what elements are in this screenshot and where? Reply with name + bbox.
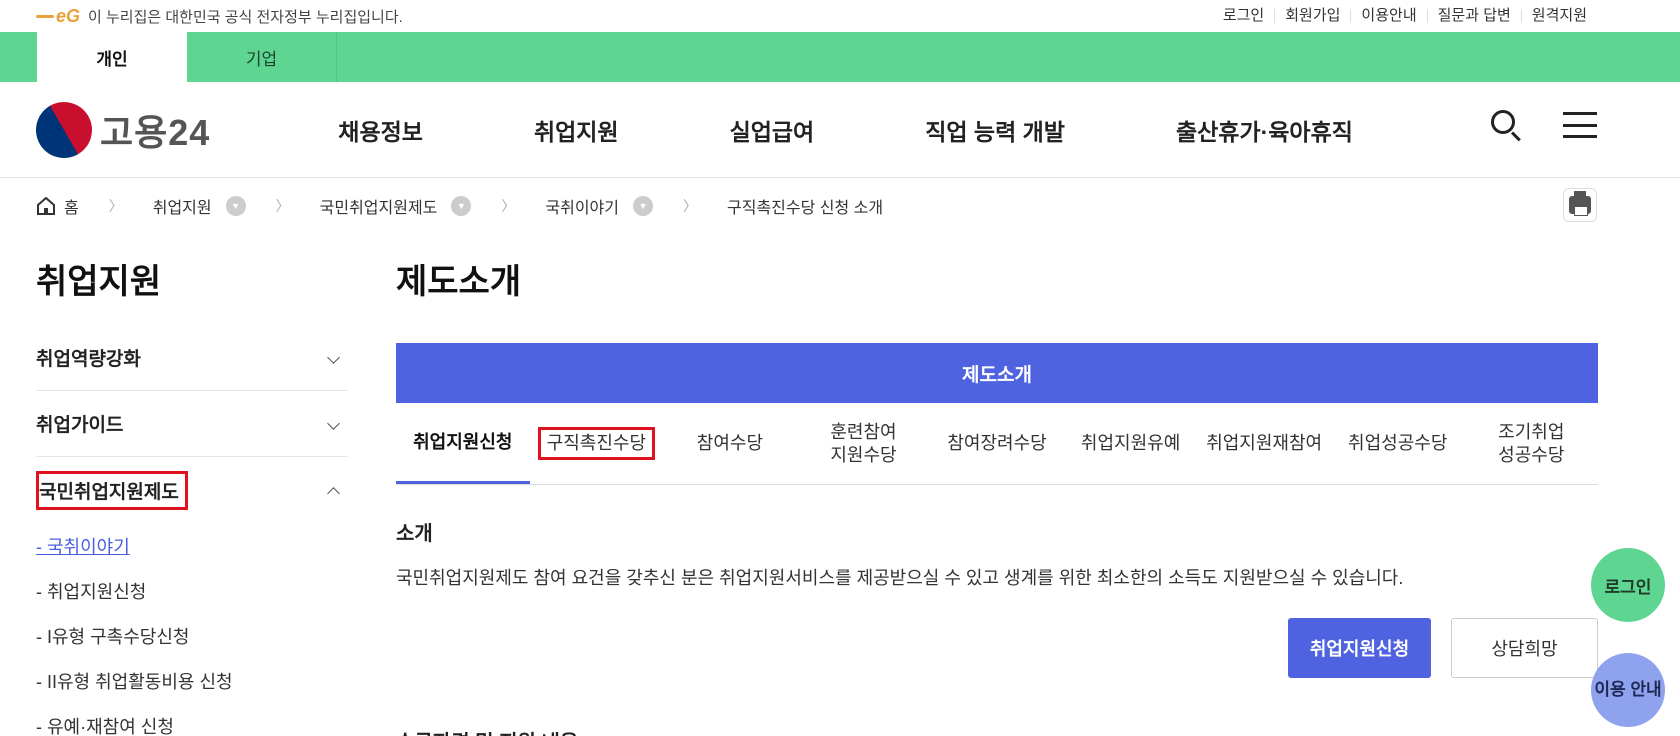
floating-login-button[interactable]: 로그인 [1591, 548, 1665, 622]
program-tabs: 취업지원신청 구직촉진수당 참여수당 훈련참여 지원수당 참여장려수당 취업지원… [396, 403, 1598, 485]
breadcrumb-item[interactable]: 국취이야기 ▼ [545, 194, 653, 218]
content-area: 취업지원 취업역량강화 취업가이드 국민취업지원제도 - 국취이야기 - 취업지… [0, 234, 1680, 736]
user-type-tabs: 개인 기업 [0, 32, 1680, 82]
eligibility-heading: 수급자격 및 지원 내용 [396, 726, 1598, 736]
gov-notice: eG 이 누리집은 대한민국 공식 전자정부 누리집입니다. [36, 6, 403, 27]
tab-job-seeking-allowance[interactable]: 구직촉진수당 [530, 403, 664, 484]
signup-link[interactable]: 회원가입 [1274, 8, 1350, 23]
tab-label: 구직촉진수당 [537, 427, 656, 460]
dropdown-icon[interactable]: ▼ [633, 196, 653, 216]
breadcrumb: 홈 〉 취업지원 ▼ 〉 국민취업지원제도 ▼ 〉 국취이야기 ▼ 〉 구직촉진… [0, 178, 1680, 234]
gov-bar: eG 이 누리집은 대한민국 공식 전자정부 누리집입니다. 로그인 회원가입 … [0, 0, 1680, 32]
search-icon[interactable] [1489, 108, 1523, 142]
login-link[interactable]: 로그인 [1213, 8, 1274, 23]
submenu-item-type1-allowance[interactable]: - I유형 구촉수당신청 [36, 613, 348, 658]
sidebar-title: 취업지원 [36, 263, 162, 301]
sidebar-item-employment-guide[interactable]: 취업가이드 [36, 391, 348, 457]
dropdown-icon[interactable]: ▼ [451, 196, 472, 216]
egov-logo-icon: eG [36, 6, 80, 27]
qna-link[interactable]: 질문과 답변 [1426, 8, 1521, 23]
site-logo[interactable]: 고용24 [25, 91, 211, 168]
sidebar-submenu: - 국취이야기 - 취업지원신청 - I유형 구촉수당신청 - II유형 취업활… [36, 523, 348, 736]
breadcrumb-separator-icon: 〉 [501, 198, 516, 214]
tab-early-success-allowance[interactable]: 조기취업 성공수당 [1465, 403, 1599, 484]
sidebar: 취업지원 취업역량강화 취업가이드 국민취업지원제도 - 국취이야기 - 취업지… [36, 234, 348, 736]
breadcrumb-separator-icon: 〉 [683, 198, 697, 214]
breadcrumb-current: 구직촉진수당 신청 소개 [727, 200, 884, 217]
tab-support-reparticipation[interactable]: 취업지원재참여 [1197, 403, 1331, 484]
sidebar-item-employment-capability[interactable]: 취업역량강화 [36, 325, 348, 391]
main-content: 제도소개 제도소개 취업지원신청 구직촉진수당 참여수당 훈련참여 지원수당 참… [396, 234, 1598, 736]
print-icon [1569, 191, 1591, 216]
main-nav: 채용정보 취업지원 실업급여 직업 능력 개발 출산휴가·육아휴직 [338, 113, 1464, 147]
usage-guide-link[interactable]: 이용안내 [1350, 8, 1426, 23]
submenu-item-deferral[interactable]: - 유예·재참여 신청 [36, 703, 348, 736]
breadcrumb-separator-icon: 〉 [108, 198, 123, 214]
hamburger-menu-icon[interactable] [1563, 112, 1597, 138]
tab-encouragement-allowance[interactable]: 참여장려수당 [930, 403, 1064, 484]
breadcrumb-item[interactable]: 취업지원 ▼ [153, 194, 246, 218]
breadcrumb-separator-icon: 〉 [275, 198, 290, 214]
sidebar-item-national-employment-support[interactable]: 국민취업지원제도 [36, 457, 348, 523]
tab-success-allowance[interactable]: 취업성공수당 [1331, 403, 1465, 484]
taegeuk-logo-icon [25, 91, 103, 168]
submenu-item-apply[interactable]: - 취업지원신청 [36, 568, 348, 613]
section-heading: 소개 [396, 523, 433, 545]
tab-support-deferral[interactable]: 취업지원유예 [1064, 403, 1198, 484]
home-icon [36, 196, 56, 215]
tab-business[interactable]: 기업 [187, 32, 337, 82]
dropdown-icon[interactable]: ▼ [225, 196, 246, 216]
utility-links: 로그인 회원가입 이용안내 질문과 답변 원격지원 [1213, 8, 1597, 23]
site-header: 고용24 채용정보 취업지원 실업급여 직업 능력 개발 출산휴가·육아휴직 [0, 82, 1680, 178]
chevron-up-icon [327, 486, 340, 500]
submenu-item-type2-expense[interactable]: - II유형 취업활동비용 신청 [36, 658, 348, 703]
apply-employment-support-button[interactable]: 취업지원신청 [1288, 618, 1431, 678]
remote-support-link[interactable]: 원격지원 [1520, 8, 1597, 23]
action-buttons: 취업지원신청 상담희망 [396, 618, 1598, 678]
floating-guide-button[interactable]: 이용 안내 [1591, 653, 1665, 727]
tab-employment-support-apply[interactable]: 취업지원신청 [396, 403, 530, 484]
nav-parental-leave[interactable]: 출산휴가·육아휴직 [1176, 113, 1353, 147]
print-button[interactable] [1563, 188, 1597, 222]
nav-unemployment-benefit[interactable]: 실업급여 [730, 113, 815, 147]
nav-employment-support[interactable]: 취업지원 [534, 113, 619, 147]
section-text: 국민취업지원제도 참여 요건을 갖추신 분은 취업지원서비스를 제공받으실 수 … [396, 568, 1404, 588]
logo-text: 고용24 [100, 111, 211, 153]
header-tools [1489, 108, 1597, 142]
gov-notice-text: 이 누리집은 대한민국 공식 전자정부 누리집입니다. [88, 8, 403, 26]
chevron-down-icon [327, 351, 340, 364]
breadcrumb-item[interactable]: 국민취업지원제도 ▼ [320, 194, 472, 218]
section-banner: 제도소개 [396, 343, 1598, 403]
nav-vocational-training[interactable]: 직업 능력 개발 [925, 113, 1065, 147]
tab-training-allowance[interactable]: 훈련참여 지원수당 [797, 403, 931, 484]
nav-job-info[interactable]: 채용정보 [338, 113, 423, 147]
sidebar-item-label: 국민취업지원제도 [36, 470, 188, 510]
breadcrumb-home[interactable]: 홈 [36, 194, 79, 218]
page-title: 제도소개 [396, 263, 522, 301]
tab-participation-allowance[interactable]: 참여수당 [663, 403, 797, 484]
chevron-down-icon [327, 417, 340, 430]
tab-personal[interactable]: 개인 [37, 32, 187, 82]
consultation-request-button[interactable]: 상담희망 [1451, 618, 1598, 678]
submenu-item-story[interactable]: - 국취이야기 [36, 523, 348, 568]
